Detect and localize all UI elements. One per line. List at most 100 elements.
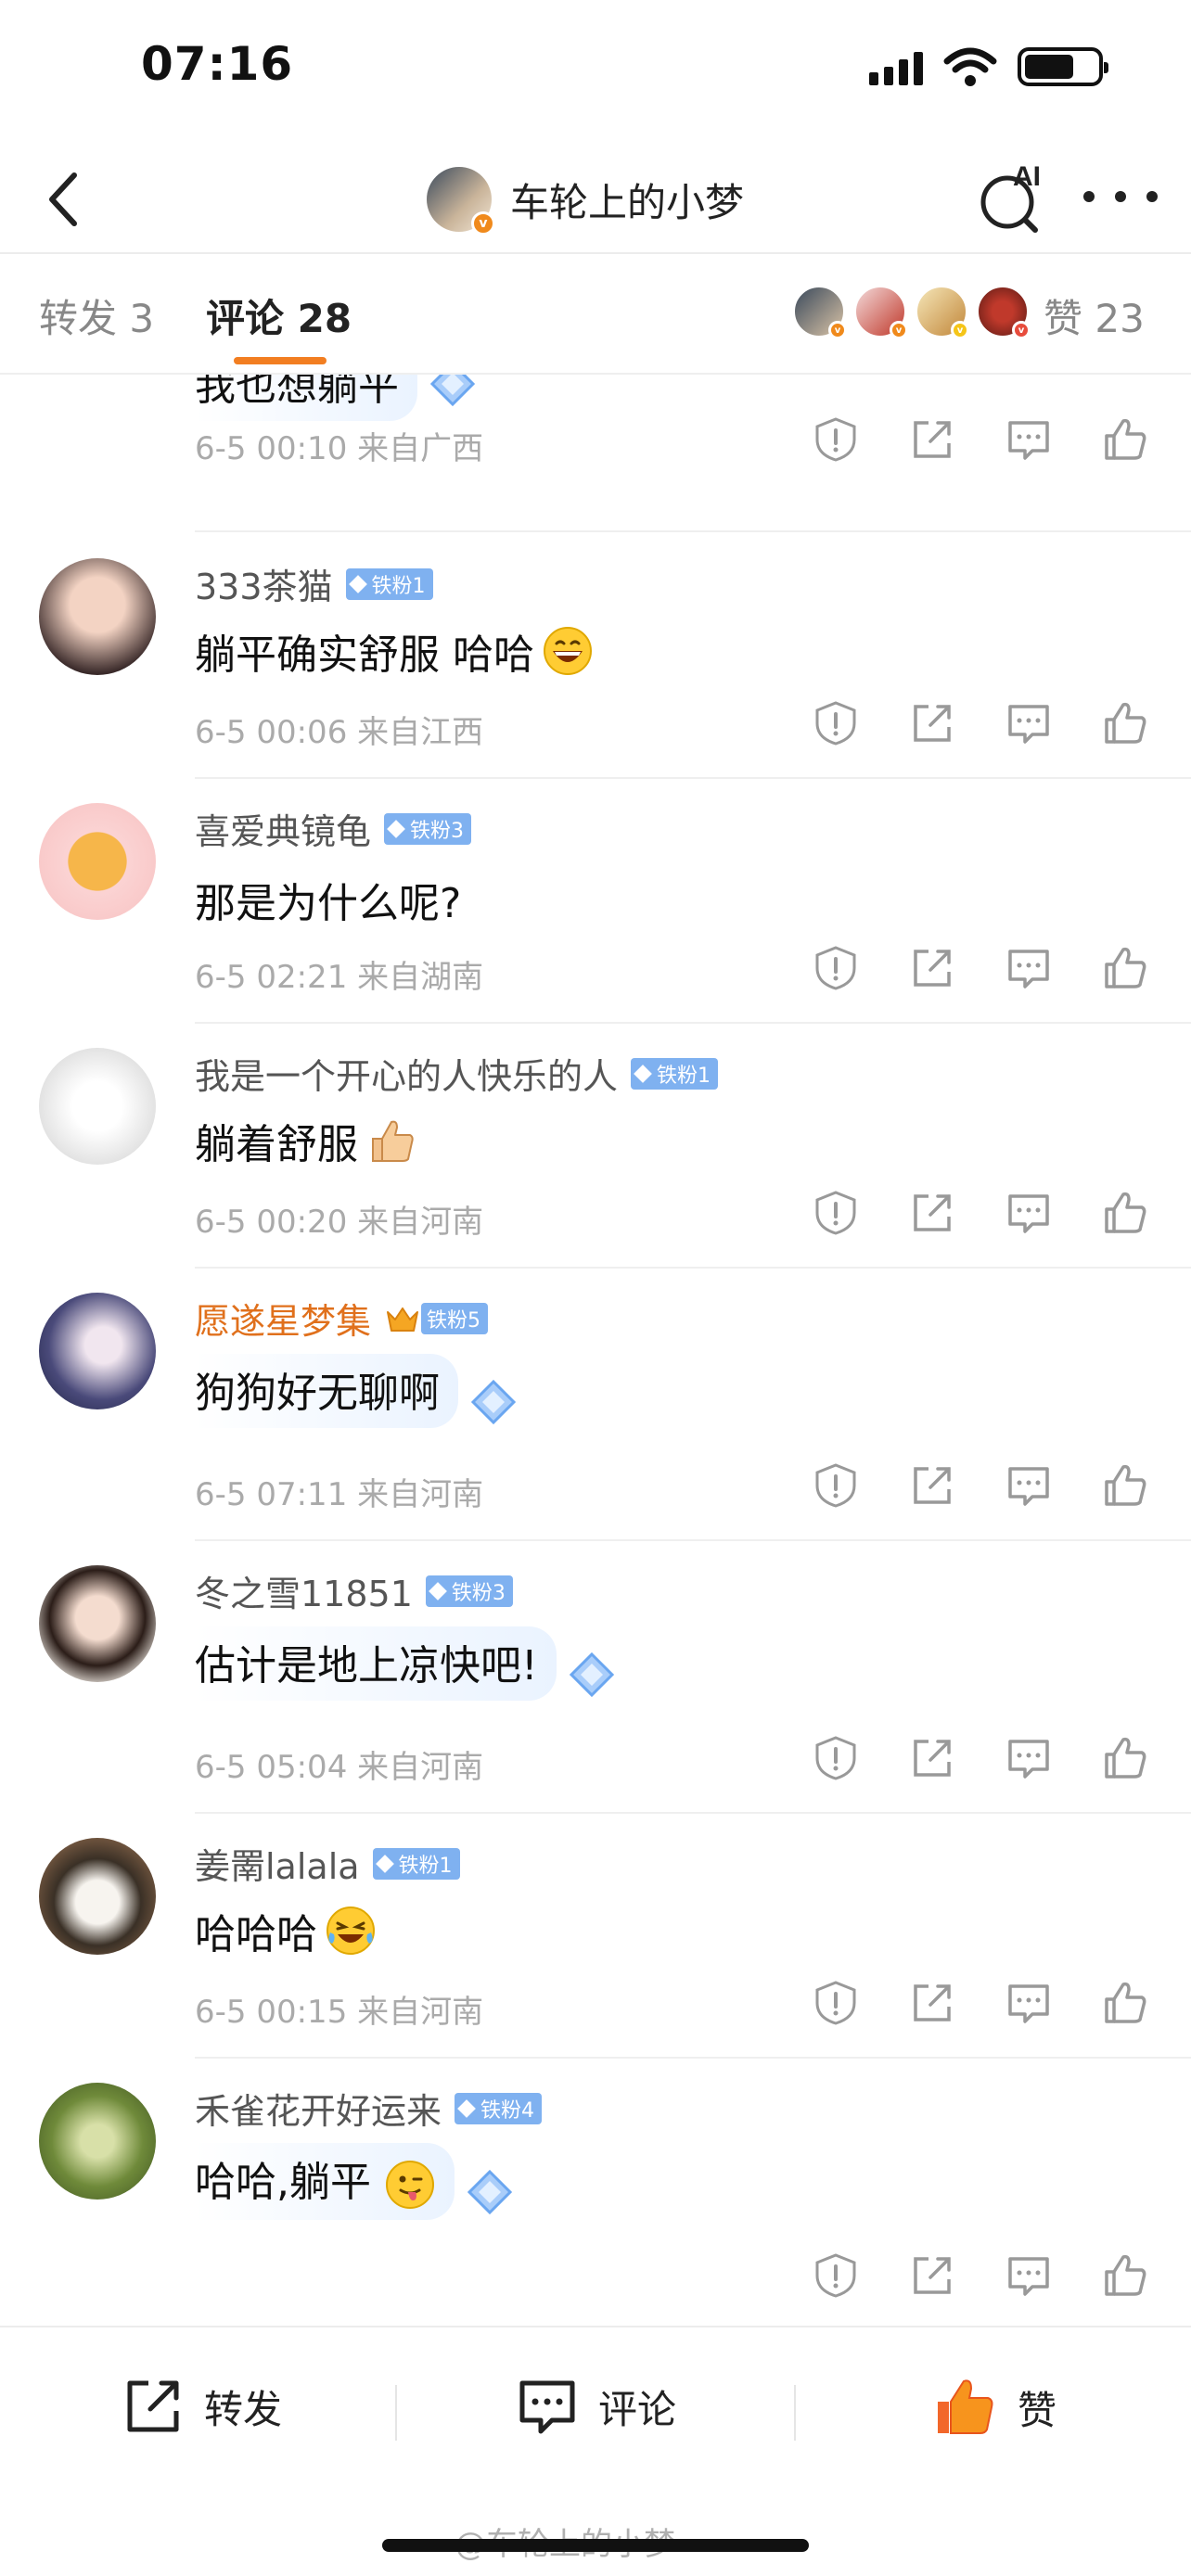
bottom-divider xyxy=(794,2385,796,2441)
commenter-name[interactable]: 333茶猫 xyxy=(195,558,333,609)
reply-icon[interactable] xyxy=(1005,1189,1053,1237)
gem-icon xyxy=(387,819,405,838)
like-icon[interactable] xyxy=(1101,1979,1149,2027)
reply-icon[interactable] xyxy=(1005,2251,1053,2300)
fan-badge-label: 铁粉1 xyxy=(657,1064,711,1088)
comment-item[interactable]: 我也想躺平 6-5 00:10 来自广西 xyxy=(0,375,1191,532)
author-header[interactable]: v 车轮上的小梦 xyxy=(427,158,744,241)
fan-badge: 铁粉5 xyxy=(421,1302,489,1334)
comment-text: 躺着舒服 xyxy=(195,1121,358,1168)
fan-badge-label: 铁粉1 xyxy=(371,574,426,598)
liker-avatar: v xyxy=(916,286,969,339)
fan-badge-label: 铁粉4 xyxy=(480,2098,535,2123)
comment-item[interactable]: 喜爱典镜龟 铁粉3 那是为什么呢? 6-5 02:21 来自湖南 xyxy=(0,777,1191,1024)
verified-icon: v xyxy=(1012,321,1031,339)
comment-item[interactable]: 姜罱lalala 铁粉1 哈哈哈 6-5 00:15 来自河南 xyxy=(0,1812,1191,2059)
share-icon[interactable] xyxy=(908,1734,956,1782)
bottom-divider xyxy=(395,2385,397,2441)
comment-meta: 6-5 00:10 来自广西 xyxy=(195,430,484,467)
commenter-name-row: 我是一个开心的人快乐的人 铁粉1 xyxy=(195,1048,719,1099)
report-icon[interactable] xyxy=(812,944,860,992)
commenter-avatar[interactable] xyxy=(39,2083,156,2200)
report-icon[interactable] xyxy=(812,415,860,464)
commenter-name[interactable]: 愿遂星梦集 xyxy=(195,1293,371,1344)
report-icon[interactable] xyxy=(812,1734,860,1782)
comment-meta: 6-5 02:21 来自湖南 xyxy=(195,959,484,996)
commenter-avatar[interactable] xyxy=(39,1838,156,1955)
fan-badge: 铁粉1 xyxy=(345,567,433,600)
comment-item[interactable]: 我是一个开心的人快乐的人 铁粉1 躺着舒服 6-5 00:20 来自河南 xyxy=(0,1022,1191,1269)
comment-text-row: 我也想躺平 xyxy=(195,375,480,421)
like-icon[interactable] xyxy=(1101,415,1149,464)
comment-item[interactable]: 愿遂星梦集 铁粉5 狗狗好无聊啊 6-5 07:11 来自河南 xyxy=(0,1267,1191,1541)
tab-repost[interactable]: 转发 3 xyxy=(39,287,154,344)
comment-text-row: 躺平确实舒服 哈哈 xyxy=(195,621,594,681)
share-icon[interactable] xyxy=(908,2251,956,2300)
commenter-name[interactable]: 姜罱lalala xyxy=(195,1838,360,1889)
like-icon[interactable] xyxy=(1101,1734,1149,1782)
comment-bubble: 哈哈,躺平 xyxy=(195,2142,455,2220)
report-icon[interactable] xyxy=(812,1979,860,2027)
comment-bubble: 估计是地上凉快吧! xyxy=(195,1626,557,1701)
like-icon[interactable] xyxy=(1101,699,1149,747)
repost-button[interactable]: 转发 xyxy=(121,2374,282,2439)
diamond-decoration-icon xyxy=(470,1379,517,1425)
report-icon[interactable] xyxy=(812,699,860,747)
report-icon[interactable] xyxy=(812,1461,860,1510)
like-icon[interactable] xyxy=(1101,944,1149,992)
commenter-name[interactable]: 我是一个开心的人快乐的人 xyxy=(195,1048,618,1099)
comment-text-row: 哈哈,躺平 xyxy=(195,2142,518,2220)
reply-icon[interactable] xyxy=(1005,415,1053,464)
report-icon[interactable] xyxy=(812,1189,860,1237)
share-icon[interactable] xyxy=(908,1979,956,2027)
back-button[interactable] xyxy=(26,158,100,241)
reply-icon[interactable] xyxy=(1005,1734,1053,1782)
share-icon[interactable] xyxy=(908,944,956,992)
comment-label: 评论 xyxy=(598,2386,677,2432)
verified-icon: v xyxy=(471,211,495,236)
share-icon[interactable] xyxy=(908,415,956,464)
comment-meta: 6-5 00:06 来自江西 xyxy=(195,714,484,751)
tab-comment[interactable]: 评论 28 xyxy=(206,287,352,344)
comment-text-row: 狗狗好无聊啊 xyxy=(195,1352,521,1430)
reply-icon[interactable] xyxy=(1005,944,1053,992)
report-icon[interactable] xyxy=(812,2251,860,2300)
comment-text-row: 那是为什么呢? xyxy=(195,870,461,929)
comment-actions xyxy=(812,944,1149,992)
share-icon[interactable] xyxy=(908,1461,956,1510)
more-dot xyxy=(1146,191,1158,202)
comment-button[interactable]: 评论 xyxy=(515,2374,676,2439)
reply-icon[interactable] xyxy=(1005,1461,1053,1510)
comment-item[interactable]: 禾雀花开好运来 铁粉4 哈哈,躺平 xyxy=(0,2057,1191,2324)
comment-list[interactable]: 我也想躺平 6-5 00:10 来自广西 333茶猫 铁粉1 躺平确实舒服 哈哈… xyxy=(0,375,1191,2324)
grin-emoji-icon xyxy=(544,627,592,675)
commenter-name[interactable]: 喜爱典镜龟 xyxy=(195,803,371,854)
nav-bar: v 车轮上的小梦 AI xyxy=(0,148,1191,250)
more-button[interactable] xyxy=(1083,169,1158,224)
share-icon[interactable] xyxy=(908,1189,956,1237)
commenter-avatar[interactable] xyxy=(39,803,156,920)
commenter-name[interactable]: 禾雀花开好运来 xyxy=(195,2083,442,2134)
commenter-avatar[interactable] xyxy=(39,558,156,675)
share-icon[interactable] xyxy=(908,699,956,747)
commenter-name[interactable]: 冬之雪11851 xyxy=(195,1565,413,1616)
commenter-avatar[interactable] xyxy=(39,1048,156,1165)
author-avatar[interactable]: v xyxy=(427,167,495,236)
tab-likes[interactable]: 赞 23 xyxy=(1044,287,1145,344)
home-indicator[interactable] xyxy=(382,2539,809,2552)
comment-item[interactable]: 冬之雪11851 铁粉3 估计是地上凉快吧! 6-5 05:04 来自河南 xyxy=(0,1539,1191,1814)
like-icon[interactable] xyxy=(1101,1461,1149,1510)
commenter-avatar[interactable] xyxy=(39,1293,156,1409)
reply-icon[interactable] xyxy=(1005,1979,1053,2027)
diamond-decoration-icon xyxy=(429,375,476,407)
ai-search-icon[interactable]: AI xyxy=(974,154,1057,237)
commenter-avatar[interactable] xyxy=(39,1565,156,1682)
author-name[interactable]: 车轮上的小梦 xyxy=(510,172,744,228)
like-icon[interactable] xyxy=(1101,2251,1149,2300)
liker-avatars[interactable]: v v v v xyxy=(793,286,1031,339)
like-icon[interactable] xyxy=(1101,1189,1149,1237)
like-button[interactable]: 赞 xyxy=(932,2374,1057,2441)
comment-text-row: 躺着舒服 xyxy=(195,1111,417,1170)
reply-icon[interactable] xyxy=(1005,699,1053,747)
comment-item[interactable]: 333茶猫 铁粉1 躺平确实舒服 哈哈 6-5 00:06 来自江西 xyxy=(0,532,1191,779)
